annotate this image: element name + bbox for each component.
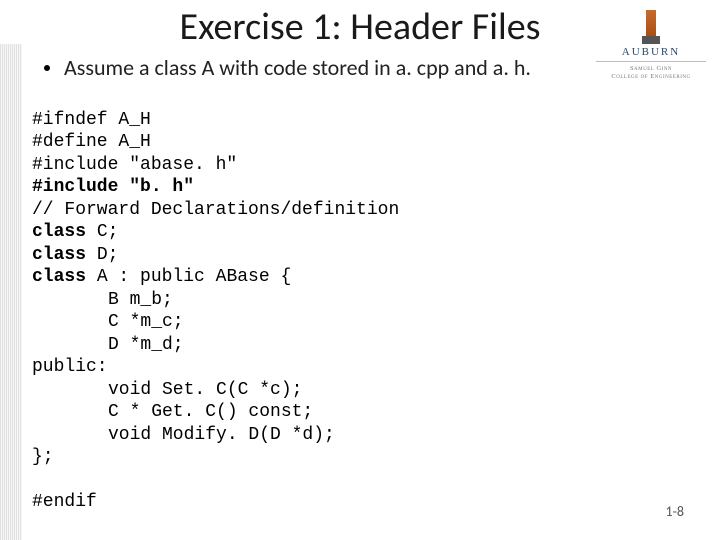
code-line-10: C *m_c; <box>32 311 184 334</box>
code-line-4: #include "b. h" <box>32 177 194 197</box>
bullet-text: Assume a class A with code stored in a. … <box>64 54 531 81</box>
code-line-8a: class <box>32 267 86 287</box>
auburn-logo: AUBURN Samuel Ginn College of Engineerin… <box>596 10 706 81</box>
bullet-line: Assume a class A with code stored in a. … <box>44 54 600 81</box>
logo-name: AUBURN <box>596 46 706 58</box>
logo-sub1: Samuel Ginn <box>596 65 706 73</box>
code-line-2: #define A_H <box>32 132 151 152</box>
code-line-15: void Modify. D(D *d); <box>32 424 335 447</box>
code-line-12: public: <box>32 357 108 377</box>
code-line-7a: class <box>32 245 86 265</box>
logo-sub2: College of Engineering <box>596 73 706 81</box>
code-line-9: B m_b; <box>32 289 173 312</box>
bullet-dot-icon <box>44 65 50 71</box>
page-number: 1-8 <box>666 503 684 520</box>
slide: Exercise 1: Header Files AUBURN Samuel G… <box>0 0 720 540</box>
code-line-18: #endif <box>32 492 97 512</box>
code-line-11: D *m_d; <box>32 334 184 357</box>
code-line-1: #ifndef A_H <box>32 110 151 130</box>
code-line-6b: C; <box>86 222 118 242</box>
code-line-14: C * Get. C() const; <box>32 401 313 424</box>
code-line-8b: A : public ABase { <box>86 267 291 287</box>
tower-icon <box>642 10 660 44</box>
logo-rule <box>596 61 706 62</box>
code-block: #ifndef A_H #define A_H #include "abase.… <box>32 86 590 514</box>
code-line-13: void Set. C(C *c); <box>32 379 302 402</box>
left-rail-decoration <box>0 44 22 540</box>
code-line-6a: class <box>32 222 86 242</box>
code-line-7b: D; <box>86 245 118 265</box>
code-line-5: // Forward Declarations/definition <box>32 200 399 220</box>
code-line-16: }; <box>32 447 54 467</box>
code-line-3: #include "abase. h" <box>32 155 237 175</box>
